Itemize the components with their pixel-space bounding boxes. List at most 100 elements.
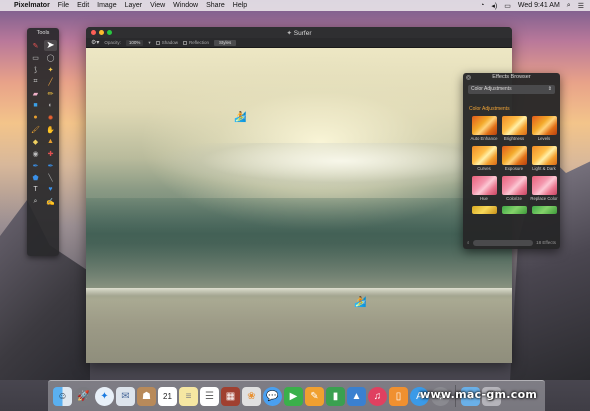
safari-icon[interactable]: ✦ [95,386,114,406]
ellipse-select-tool-icon[interactable]: ◯ [44,52,57,63]
line-tool-icon[interactable]: ╲ [44,172,57,183]
effect-thumbnail [531,146,557,165]
smudge-tool-icon[interactable]: ✋ [44,124,57,135]
effects-count: 18 Effects [536,240,556,245]
effects-search-input[interactable] [472,239,534,246]
fill-tool-icon[interactable]: ■ [29,100,42,111]
menu-share[interactable]: Share [206,2,225,9]
effect-thumbnail [471,116,497,135]
effects-category-value: Color Adjustments [471,86,512,92]
photo-booth-icon[interactable]: ▦ [221,386,240,406]
move-tool-icon[interactable]: ➤ [44,40,57,51]
eraser-tool-icon[interactable]: ▰ [29,88,42,99]
window-titlebar[interactable]: ✦ Surfer [86,27,512,38]
menu-edit[interactable]: Edit [77,2,89,9]
menu-image[interactable]: Image [97,2,116,9]
shadow-option[interactable]: Shadow [155,40,178,45]
pages-icon[interactable]: ✎ [305,386,324,406]
effect-thumbnail [531,206,557,214]
volume-icon[interactable]: ◂) [491,2,497,10]
heart-shape-tool-icon[interactable]: ♥ [44,184,57,195]
photos-icon[interactable]: ❀ [242,386,261,406]
wave-crest [86,143,512,203]
freeform-pen-tool-icon[interactable]: ✒ [44,160,57,171]
effect-auto-enhance[interactable]: Auto Enhance [470,116,498,143]
search-icon: ⌕ [467,240,470,245]
hand-tool-icon[interactable]: ✍ [44,196,57,207]
effect-label: Exposure [504,166,524,171]
pen-tool-icon[interactable]: ✒ [29,160,42,171]
effect-partial-1[interactable] [470,206,498,215]
spotlight-search-icon[interactable]: ⌕ [567,2,571,10]
effects-section-title: Color Adjustments [469,106,510,112]
crop-tool-icon[interactable]: ⌗ [29,76,42,87]
itunes-icon[interactable]: ♫ [368,386,387,406]
close-panel-icon[interactable]: ✕ [466,75,471,80]
rect-select-tool-icon[interactable]: ▭ [29,52,42,63]
sponge-tool-icon[interactable]: ◆ [29,136,42,147]
image-canvas[interactable]: 🏄 🏄 [86,48,512,363]
opacity-field[interactable]: 100% [125,39,144,46]
calendar-icon[interactable]: 21 [158,386,177,406]
ibooks-icon[interactable]: ▯ [389,386,408,406]
zoom-tool-icon[interactable]: ⌕ [29,196,42,207]
effect-curves[interactable]: Curves [470,146,498,173]
mail-icon[interactable]: ✉ [116,386,135,406]
effect-levels[interactable]: Levels [530,116,558,143]
menu-view[interactable]: View [150,2,165,9]
red-eye-tool-icon[interactable]: ◉ [29,148,42,159]
effect-hue[interactable]: Hue [470,176,498,203]
effects-browser-header[interactable]: ✕ Effects Browser [463,73,560,82]
effect-replace-color[interactable]: Replace Color [530,176,558,203]
menu-window[interactable]: Window [173,2,198,9]
healing-tool-icon[interactable]: ✚ [44,148,57,159]
styles-button[interactable]: Styles [213,39,237,46]
tool-options-gear-icon[interactable]: ⚙▾ [91,39,99,46]
notes-icon[interactable]: ≡ [179,386,198,406]
reflection-checkbox[interactable] [182,40,187,45]
blur-tool-icon[interactable]: ▲ [44,136,57,147]
battery-icon[interactable]: ▭ [504,2,511,10]
finder-icon[interactable]: ☺ [53,386,72,406]
shape-tool-icon[interactable]: ⬟ [29,172,42,183]
effects-category-select[interactable]: Color Adjustments ⇕ [468,85,555,94]
eyedropper-tool-icon[interactable]: ✎ [29,40,42,51]
keynote-icon[interactable]: ▲ [347,386,366,406]
type-tool-icon[interactable]: T [29,184,42,195]
effect-exposure[interactable]: Exposure [500,146,528,173]
lasso-tool-icon[interactable]: ⟆ [29,64,42,75]
shadow-label: Shadow [161,40,178,45]
launchpad-icon[interactable]: 🚀 [74,386,93,406]
clone-stamp-tool-icon[interactable]: ● [29,112,42,123]
app-menu[interactable]: Pixelmator [14,2,50,9]
effect-label: Levels [537,136,551,141]
notification-center-icon[interactable]: ☰ [578,2,584,10]
menubar-clock[interactable]: Wed 9:41 AM [518,2,560,9]
menu-help[interactable]: Help [233,2,247,9]
effect-partial-2[interactable] [500,206,528,215]
menu-layer[interactable]: Layer [125,2,143,9]
effect-partial-3[interactable] [530,206,558,215]
effect-light-and-dark[interactable]: Light & Dark [530,146,558,173]
numbers-icon[interactable]: ▮ [326,386,345,406]
window-title-text: Surfer [293,29,312,37]
magic-wand-tool-icon[interactable]: ✦ [44,64,57,75]
shadow-checkbox[interactable] [155,40,160,45]
messages-icon[interactable]: 💬 [263,386,282,406]
effect-thumbnail [531,176,557,195]
menu-file[interactable]: File [58,2,69,9]
contacts-icon[interactable]: ☗ [137,386,156,406]
gradient-tool-icon[interactable]: ◐ [44,100,57,111]
surfer-figure-top: 🏄 [234,112,247,123]
facetime-icon[interactable]: ▶ [284,386,303,406]
reflection-option[interactable]: Reflection [182,40,209,45]
reminders-icon[interactable]: ☰ [200,386,219,406]
slice-tool-icon[interactable]: ╱ [44,76,57,87]
paint-brush-tool-icon[interactable]: 🖌 [29,124,42,135]
burn-tool-icon[interactable]: ✹ [44,112,57,123]
effect-brightness[interactable]: Brightness [500,116,528,143]
wifi-icon[interactable]: ◔ [480,2,484,9]
pencil-tool-icon[interactable]: ✏ [44,88,57,99]
effect-colorize[interactable]: Colorize [500,176,528,203]
opacity-stepper-icon[interactable]: ▾ [148,40,150,46]
